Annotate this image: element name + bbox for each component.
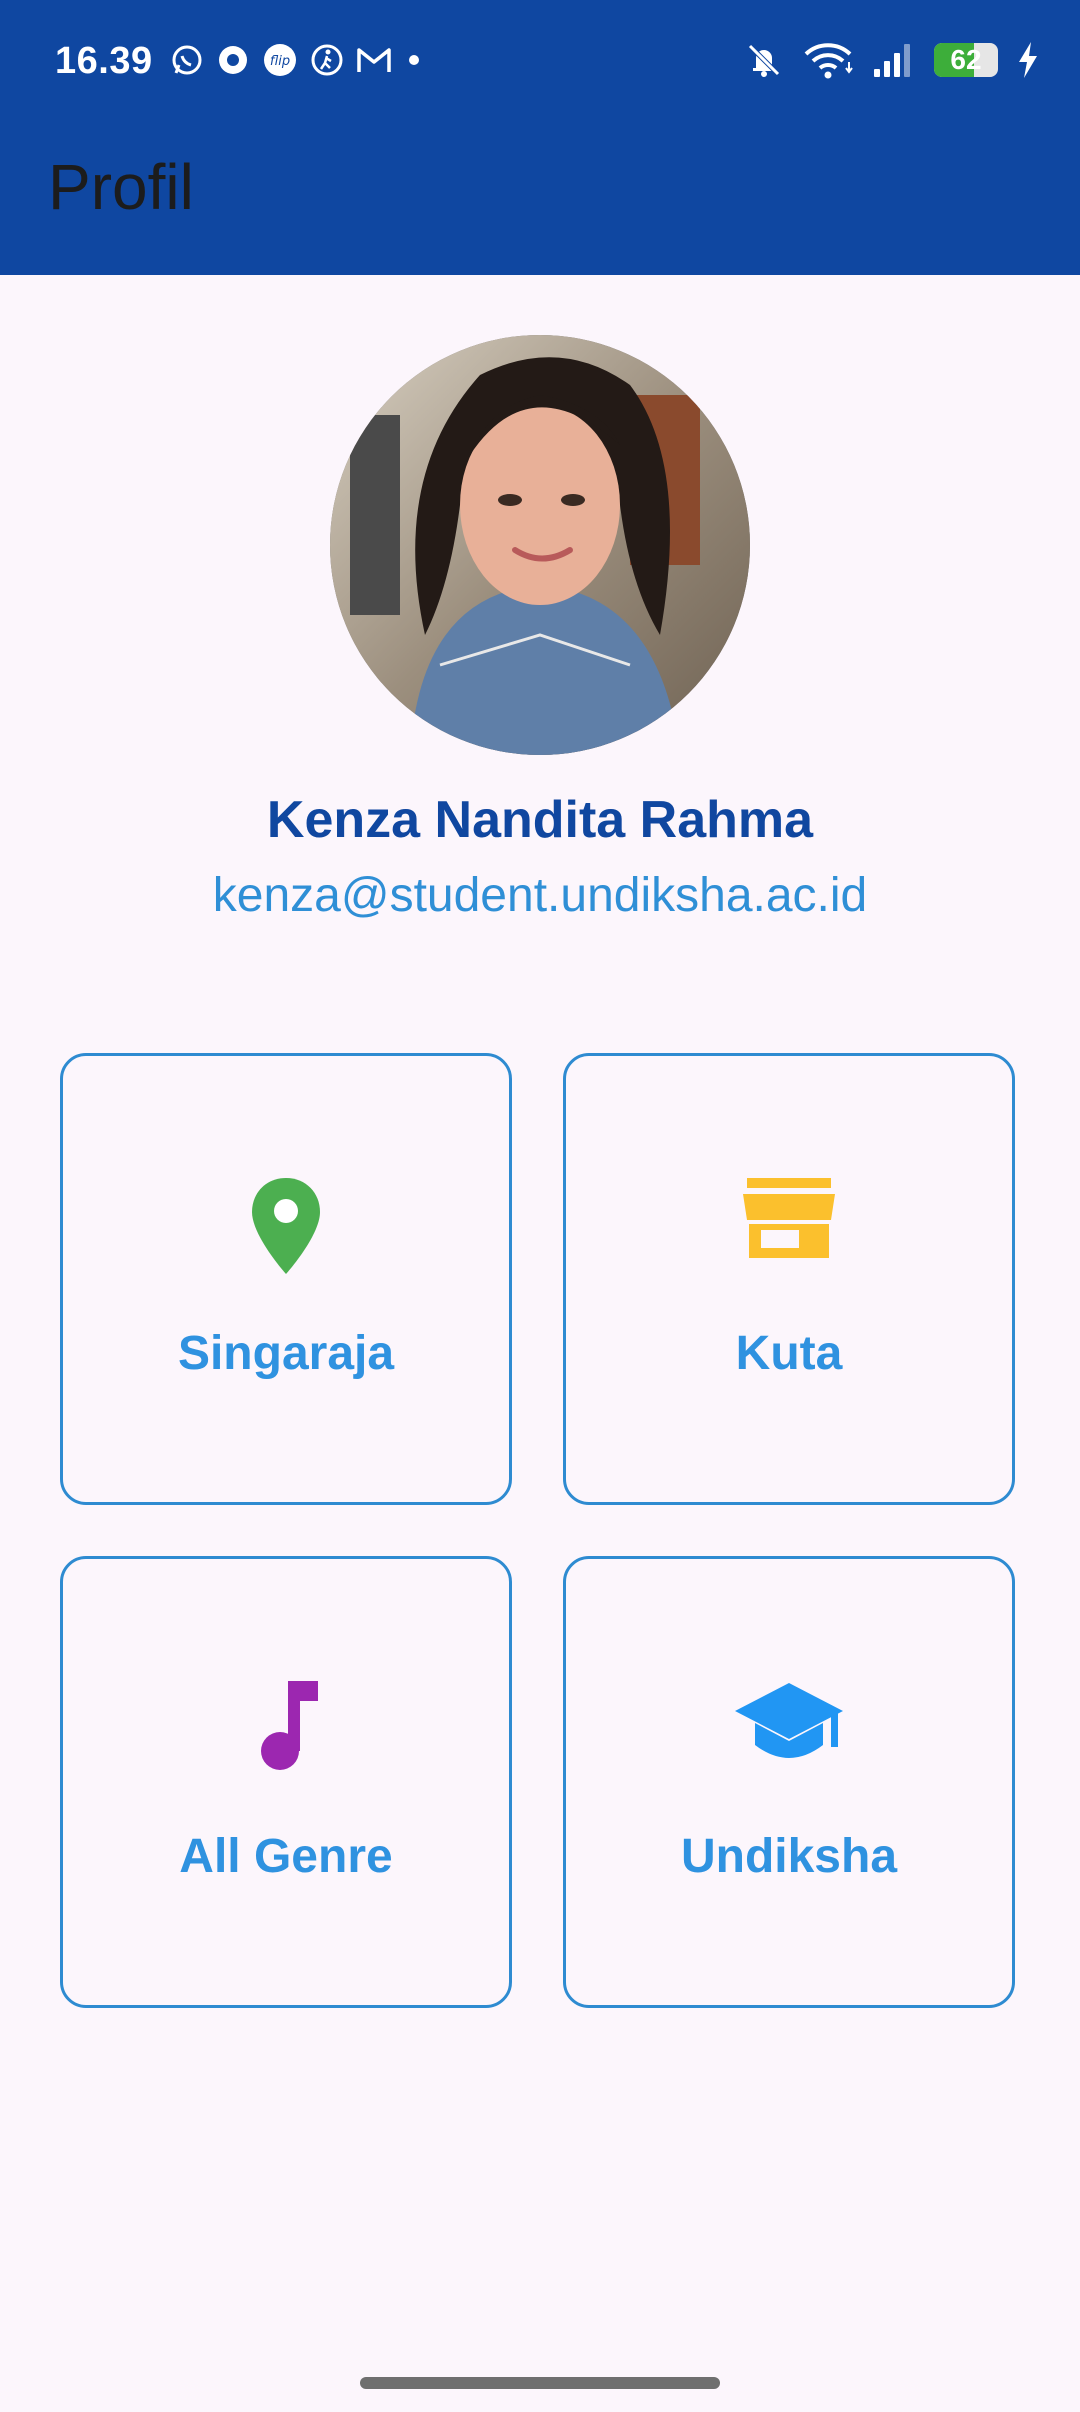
battery-level-text: 62 [950,44,982,75]
cell-signal-icon [872,41,916,79]
status-time: 16.39 [55,40,153,82]
status-bar: 16.39 flip 62 [0,0,1080,125]
notification-icons: flip [170,42,424,78]
card-label: Undiksha [680,1830,898,1883]
bell-muted-icon [744,40,784,80]
svg-text:flip: flip [270,54,290,69]
fitness-walk-icon [310,43,344,77]
gmail-icon [356,45,392,75]
page-title: Profil [48,151,194,223]
music-note-icon [63,1679,509,1771]
card-undiksha[interactable]: Undiksha [563,1556,1015,2008]
card-label: All Genre [179,1830,393,1883]
card-kuta[interactable]: Kuta [563,1053,1015,1505]
card-all-genre[interactable]: All Genre [60,1556,512,2008]
card-label: Kuta [735,1327,843,1380]
location-pin-icon [63,1176,509,1276]
system-icons: 62 [744,40,1040,80]
card-label: Singaraja [177,1327,395,1380]
wifi-icon [802,40,854,80]
graduation-cap-icon [566,1679,1012,1769]
flip-app-icon: flip [262,42,298,78]
whatsapp-icon [170,43,204,77]
profile-email: kenza@student.undiksha.ac.id [212,869,868,922]
home-indicator[interactable] [360,2377,720,2389]
more-notifications-dot-icon [404,50,424,70]
profile-avatar [330,335,750,755]
battery-indicator: 62 [934,43,998,77]
profile-name: Kenza Nandita Rahma [266,791,814,849]
target-app-icon [216,43,250,77]
charging-bolt-icon [1016,41,1040,79]
card-singaraja[interactable]: Singaraja [60,1053,512,1505]
store-icon [566,1176,1012,1260]
app-header: 16.39 flip 62 Profil [0,0,1080,275]
